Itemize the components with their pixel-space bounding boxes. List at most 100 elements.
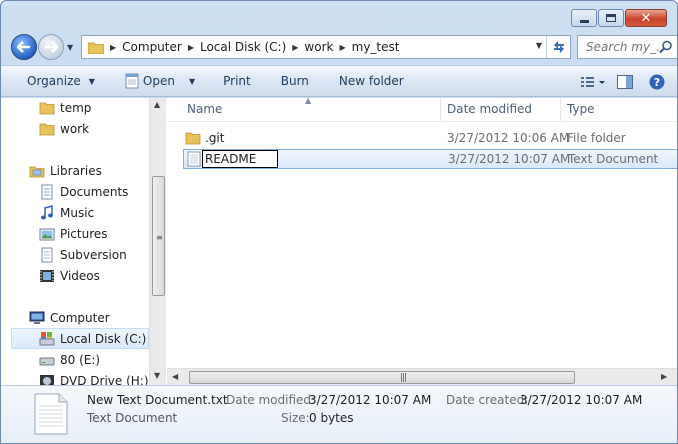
breadcrumb-work[interactable]: work [304, 40, 333, 54]
maximize-button[interactable] [598, 9, 624, 27]
file-type: Text Document [568, 152, 659, 166]
scroll-left-arrow-icon[interactable]: ◀ [172, 372, 178, 381]
nav-item-label: Videos [60, 268, 100, 283]
nav-item-drive-e[interactable]: 80 (E:) [39, 349, 100, 370]
search-box[interactable] [577, 35, 677, 59]
nav-item-label: Pictures [60, 226, 108, 241]
breadcrumb-local-disk[interactable]: Local Disk (C:) [200, 40, 286, 54]
forward-button[interactable] [38, 34, 64, 60]
breadcrumb-separator-icon[interactable]: ▶ [188, 43, 194, 52]
new-folder-button[interactable]: New folder [333, 69, 410, 93]
refresh-button[interactable] [546, 36, 570, 58]
minimize-icon [579, 19, 589, 23]
nav-item-local-disk[interactable]: Local Disk (C:) [11, 328, 149, 349]
file-row-git[interactable]: .git 3/27/2012 10:06 AM File folder [183, 129, 677, 149]
nav-item-label: Local Disk (C:) [60, 331, 147, 346]
back-arrow-icon [17, 41, 30, 53]
nav-item-documents[interactable]: Documents [39, 181, 128, 202]
nav-item-label: Music [60, 205, 95, 220]
pictures-icon [39, 228, 55, 240]
scrollbar-thumb[interactable]: ||| [189, 371, 575, 384]
minimize-button[interactable] [571, 9, 597, 27]
file-date-modified: 3/27/2012 10:07 AM [448, 152, 571, 166]
search-input[interactable] [586, 40, 660, 54]
breadcrumb-computer[interactable]: Computer [122, 40, 182, 54]
file-row-readme[interactable]: README 3/27/2012 10:07 AM Text Document [183, 149, 677, 169]
burn-button[interactable]: Burn [275, 69, 315, 93]
scroll-down-arrow-icon[interactable]: ▼ [154, 371, 160, 380]
svg-text:?: ? [654, 76, 660, 89]
subversion-icon [41, 247, 53, 262]
nav-item-subversion[interactable]: Subversion [39, 244, 127, 265]
scroll-up-arrow-icon[interactable]: ▲ [154, 100, 160, 109]
maximize-icon [606, 14, 616, 22]
command-toolbar: Organize ▼ Open ▼ Print Burn New folder [1, 65, 677, 97]
details-date-modified-label: Date modified: [226, 393, 316, 407]
navigation-bar: ▼ ▶ Computer ▶ Local Disk (C:) ▶ work ▶ … [11, 33, 677, 61]
file-type: File folder [567, 131, 626, 145]
column-header-type[interactable]: Type [567, 102, 595, 116]
column-header-name[interactable]: Name [187, 102, 222, 116]
help-button[interactable]: ? [643, 70, 671, 94]
file-list-horizontal-scrollbar[interactable]: ◀ ||| ▶ [167, 368, 677, 385]
column-separator[interactable] [440, 98, 441, 122]
nav-item-label: work [60, 121, 90, 136]
nav-item-computer[interactable]: Computer [29, 307, 110, 328]
breadcrumb-my-test[interactable]: my_test [352, 40, 400, 54]
search-icon[interactable] [659, 40, 673, 54]
address-dropdown-icon[interactable]: ▼ [536, 41, 542, 50]
breadcrumb-separator-icon[interactable]: ▶ [292, 43, 298, 52]
nav-item-label: Computer [50, 310, 110, 325]
open-button[interactable]: Open ▼ [119, 69, 201, 93]
local-disk-icon [39, 331, 55, 345]
nav-item-temp[interactable]: temp [39, 98, 91, 118]
preview-pane-icon [617, 75, 633, 89]
new-folder-label: New folder [338, 74, 404, 88]
nav-item-pictures[interactable]: Pictures [39, 223, 108, 244]
back-button[interactable] [11, 34, 37, 60]
dvd-drive-icon [40, 374, 54, 385]
grip-icon: ≡ [156, 233, 163, 242]
close-button[interactable]: ✕ [625, 9, 667, 27]
breadcrumb-separator-icon[interactable]: ▶ [339, 43, 345, 52]
computer-icon [29, 311, 45, 324]
grip-icon: ||| [400, 373, 407, 383]
open-label: Open [142, 74, 175, 88]
chevron-down-icon: ▼ [188, 76, 196, 86]
print-button[interactable]: Print [217, 69, 257, 93]
nav-item-label: Documents [60, 184, 129, 199]
details-file-name: New Text Document.txt [87, 393, 228, 407]
details-date-created-value: 3/27/2012 10:07 AM [520, 393, 643, 407]
explorer-window: ✕ ▼ ▶ Computer ▶ Local Disk (C:) ▶ work … [0, 0, 678, 444]
details-size-value: 0 bytes [309, 411, 354, 425]
scrollbar-thumb[interactable]: ≡ [152, 176, 165, 296]
recent-pages-dropdown[interactable]: ▼ [67, 43, 77, 53]
notepad-icon [125, 73, 139, 89]
column-separator[interactable] [560, 98, 561, 122]
rename-input[interactable]: README [202, 150, 278, 168]
preview-pane-button[interactable] [611, 70, 639, 94]
forward-arrow-icon [45, 41, 58, 53]
breadcrumb-separator-icon[interactable]: ▶ [110, 43, 116, 52]
navigation-pane-scrollbar[interactable]: ▲ ≡ ▼ [149, 98, 166, 385]
drive-icon [39, 357, 55, 365]
nav-item-videos[interactable]: Videos [39, 265, 100, 286]
nav-item-label: Libraries [50, 163, 102, 178]
scroll-right-arrow-icon[interactable]: ▶ [661, 372, 667, 381]
column-header-date-modified[interactable]: Date modified [447, 102, 532, 116]
nav-item-music[interactable]: Music [39, 202, 94, 223]
libraries-icon [29, 166, 45, 177]
sort-ascending-icon: ▲ [305, 96, 312, 105]
close-icon: ✕ [640, 10, 652, 26]
burn-label: Burn [280, 74, 309, 88]
chevron-down-icon: ▼ [88, 76, 95, 86]
nav-item-libraries[interactable]: Libraries [29, 160, 102, 181]
file-date-modified: 3/27/2012 10:06 AM [447, 131, 570, 145]
organize-button[interactable]: Organize ▼ [21, 69, 101, 93]
nav-item-dvd-drive[interactable]: DVD Drive (H:) X( [39, 370, 149, 385]
column-header: ▲ Name Date modified Type [167, 96, 677, 122]
nav-item-work[interactable]: work [39, 118, 89, 139]
details-file-type: Text Document [87, 411, 178, 425]
address-bar[interactable]: ▶ Computer ▶ Local Disk (C:) ▶ work ▶ my… [81, 35, 571, 59]
views-button[interactable] [579, 70, 607, 94]
